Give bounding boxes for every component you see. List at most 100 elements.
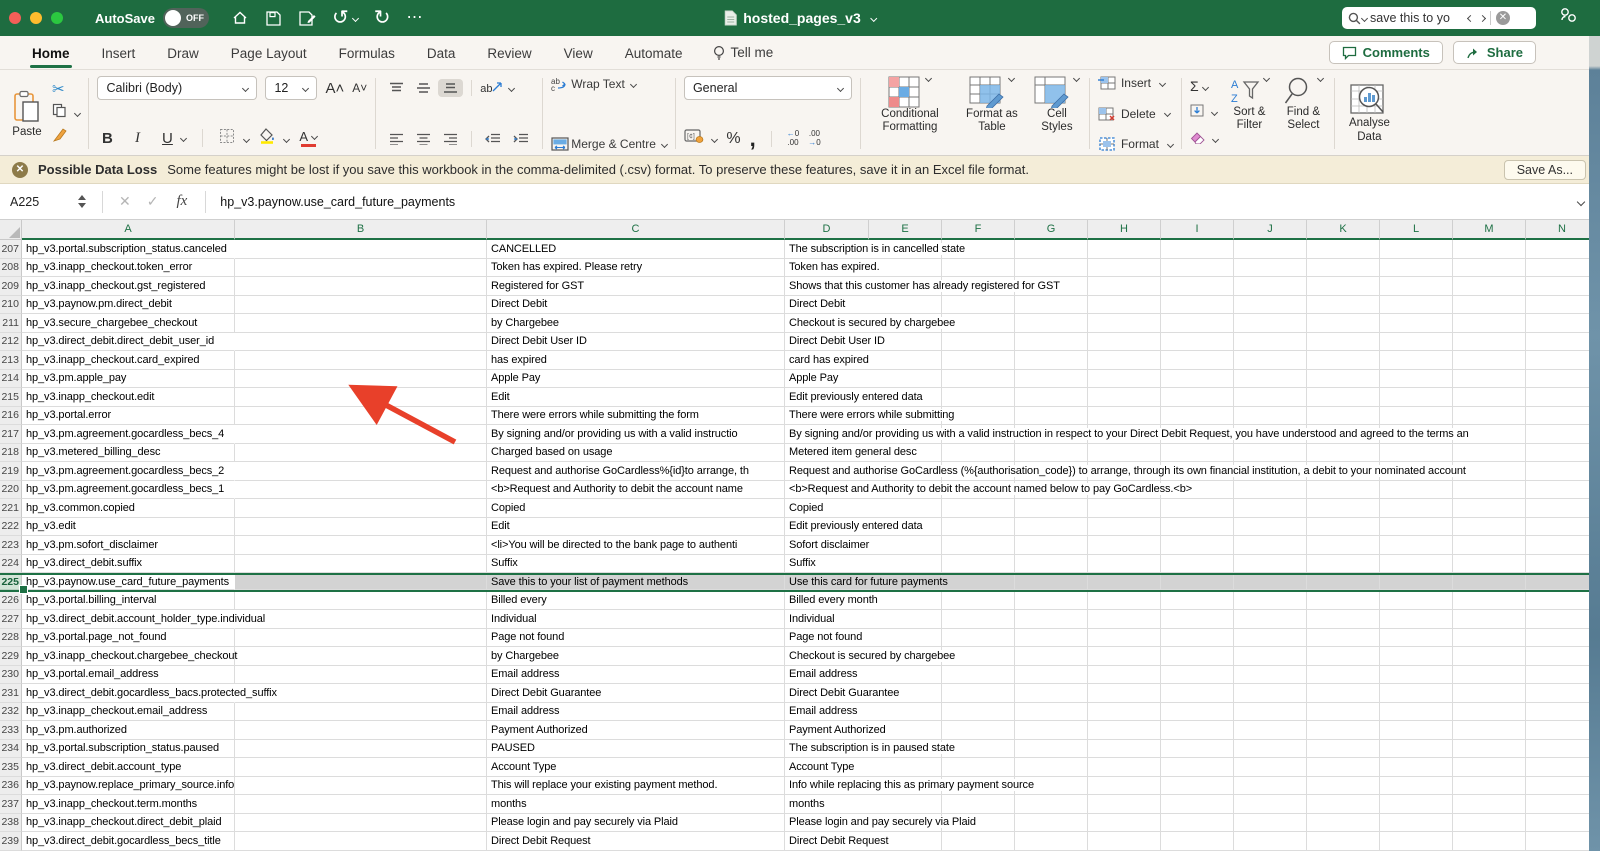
paste-button[interactable]: Paste (8, 90, 46, 138)
cell-styles-button[interactable]: Cell Styles (1033, 74, 1081, 151)
cell-M232[interactable] (1453, 702, 1526, 721)
cell-D236[interactable]: Info while replacing this as primary pay… (785, 777, 1036, 795)
cell-K209[interactable] (1307, 277, 1380, 296)
cell-F233[interactable] (942, 721, 1015, 740)
cell-D215[interactable]: Edit previously entered data (785, 388, 925, 407)
cell-I210[interactable] (1161, 295, 1234, 314)
document-title[interactable]: hosted_pages_v3 (724, 10, 877, 26)
cell-A211[interactable]: hp_v3.secure_chargebee_checkout (22, 314, 235, 333)
row-header-234[interactable]: 234 (0, 739, 22, 758)
cell-M212[interactable] (1453, 332, 1526, 351)
cell-D220[interactable]: <b>Request and Authority to debit the ac… (785, 481, 1195, 499)
cell-N220[interactable] (1526, 481, 1589, 499)
cell-K234[interactable] (1307, 739, 1380, 758)
cell-D232[interactable]: Email address (785, 703, 869, 721)
minimize-window-button[interactable] (30, 12, 42, 24)
row-header-222[interactable]: 222 (0, 517, 22, 536)
cell-N227[interactable] (1526, 610, 1589, 629)
cell-B222[interactable] (235, 517, 487, 536)
cell-I233[interactable] (1161, 721, 1234, 740)
insert-cells-button[interactable]: Insert (1097, 76, 1173, 90)
cell-C226[interactable]: Billed every (487, 591, 785, 610)
row-header-225[interactable]: 225 (0, 575, 22, 590)
cell-N237[interactable] (1526, 795, 1589, 814)
cell-E232[interactable] (869, 702, 942, 721)
cell-G238[interactable] (1015, 813, 1088, 832)
cell-M211[interactable] (1453, 314, 1526, 333)
cell-B214[interactable] (235, 369, 487, 388)
insert-function-icon[interactable]: fx (176, 193, 187, 210)
cell-I225[interactable] (1161, 575, 1234, 590)
confirm-entry-icon[interactable]: ✓ (147, 193, 159, 210)
row-header-215[interactable]: 215 (0, 388, 22, 407)
cell-G215[interactable] (1015, 388, 1088, 407)
cell-H211[interactable] (1088, 314, 1161, 333)
cell-A207[interactable]: hp_v3.portal.subscription_status.cancele… (22, 240, 235, 259)
name-box[interactable]: A225 (0, 195, 78, 209)
cell-H233[interactable] (1088, 721, 1161, 740)
cell-G211[interactable] (1015, 314, 1088, 333)
sort-filter-button[interactable]: AZ Sort & Filter (1226, 74, 1272, 151)
cell-K238[interactable] (1307, 813, 1380, 832)
cell-D238[interactable]: Please login and pay securely via Plaid (785, 814, 978, 832)
cell-G229[interactable] (1015, 647, 1088, 666)
cell-I221[interactable] (1161, 499, 1234, 518)
cell-I209[interactable] (1161, 277, 1234, 296)
cell-I234[interactable] (1161, 739, 1234, 758)
cell-M239[interactable] (1453, 832, 1526, 851)
comma-style-button[interactable]: , (750, 127, 756, 149)
cell-G234[interactable] (1015, 739, 1088, 758)
cell-N226[interactable] (1526, 592, 1589, 610)
cell-E214[interactable] (869, 369, 942, 388)
row-header-213[interactable]: 213 (0, 351, 22, 370)
cell-A214[interactable]: hp_v3.pm.apple_pay (22, 369, 235, 388)
cell-K214[interactable] (1307, 369, 1380, 388)
cell-B217[interactable] (235, 425, 487, 444)
cell-D228[interactable]: Page not found (785, 629, 869, 647)
cell-B207[interactable] (235, 240, 487, 259)
cell-K222[interactable] (1307, 517, 1380, 536)
number-format-select[interactable]: General (683, 76, 852, 100)
cell-F227[interactable] (942, 610, 1015, 629)
cell-D225[interactable]: Use this card for future payments (785, 575, 950, 590)
cell-C209[interactable]: Registered for GST (487, 277, 785, 296)
column-header-J[interactable]: J (1234, 220, 1307, 240)
cell-K216[interactable] (1307, 406, 1380, 425)
tab-review[interactable]: Review (487, 39, 531, 67)
cell-M223[interactable] (1453, 536, 1526, 555)
cell-L211[interactable] (1380, 314, 1453, 333)
cell-K237[interactable] (1307, 795, 1380, 814)
cell-N219[interactable] (1526, 462, 1589, 481)
cell-N225[interactable] (1526, 575, 1589, 590)
row-header-231[interactable]: 231 (0, 684, 22, 703)
cell-M238[interactable] (1453, 813, 1526, 832)
cell-N215[interactable] (1526, 388, 1589, 407)
cell-G210[interactable] (1015, 295, 1088, 314)
cell-A212[interactable]: hp_v3.direct_debit.direct_debit_user_id (22, 333, 235, 351)
cell-C212[interactable]: Direct Debit User ID (487, 332, 785, 351)
save-as-button[interactable]: Save As... (1503, 159, 1586, 180)
row-header-229[interactable]: 229 (0, 647, 22, 666)
fill-button[interactable] (1190, 104, 1219, 122)
tab-page-layout[interactable]: Page Layout (231, 39, 307, 67)
cell-A236[interactable]: hp_v3.paynow.replace_primary_source.info (22, 776, 235, 795)
cell-H216[interactable] (1088, 406, 1161, 425)
cut-button[interactable]: ✂ (52, 80, 80, 98)
cell-L220[interactable] (1380, 480, 1453, 499)
cell-M234[interactable] (1453, 739, 1526, 758)
increase-decimal-button[interactable]: ←0.00 (787, 129, 799, 148)
cell-C234[interactable]: PAUSED (487, 739, 785, 758)
cell-K239[interactable] (1307, 832, 1380, 851)
cell-B218[interactable] (235, 443, 487, 462)
cell-B221[interactable] (235, 499, 487, 518)
cell-B219[interactable] (235, 462, 487, 481)
cell-G224[interactable] (1015, 554, 1088, 573)
cell-B239[interactable] (235, 832, 487, 851)
cell-L233[interactable] (1380, 721, 1453, 740)
cell-C218[interactable]: Charged based on usage (487, 443, 785, 462)
cell-D226[interactable]: Billed every month (785, 592, 880, 610)
increase-indent-button[interactable] (508, 130, 534, 148)
cell-I232[interactable] (1161, 702, 1234, 721)
cell-N222[interactable] (1526, 518, 1589, 536)
expand-formula-bar-icon[interactable] (1576, 197, 1586, 206)
